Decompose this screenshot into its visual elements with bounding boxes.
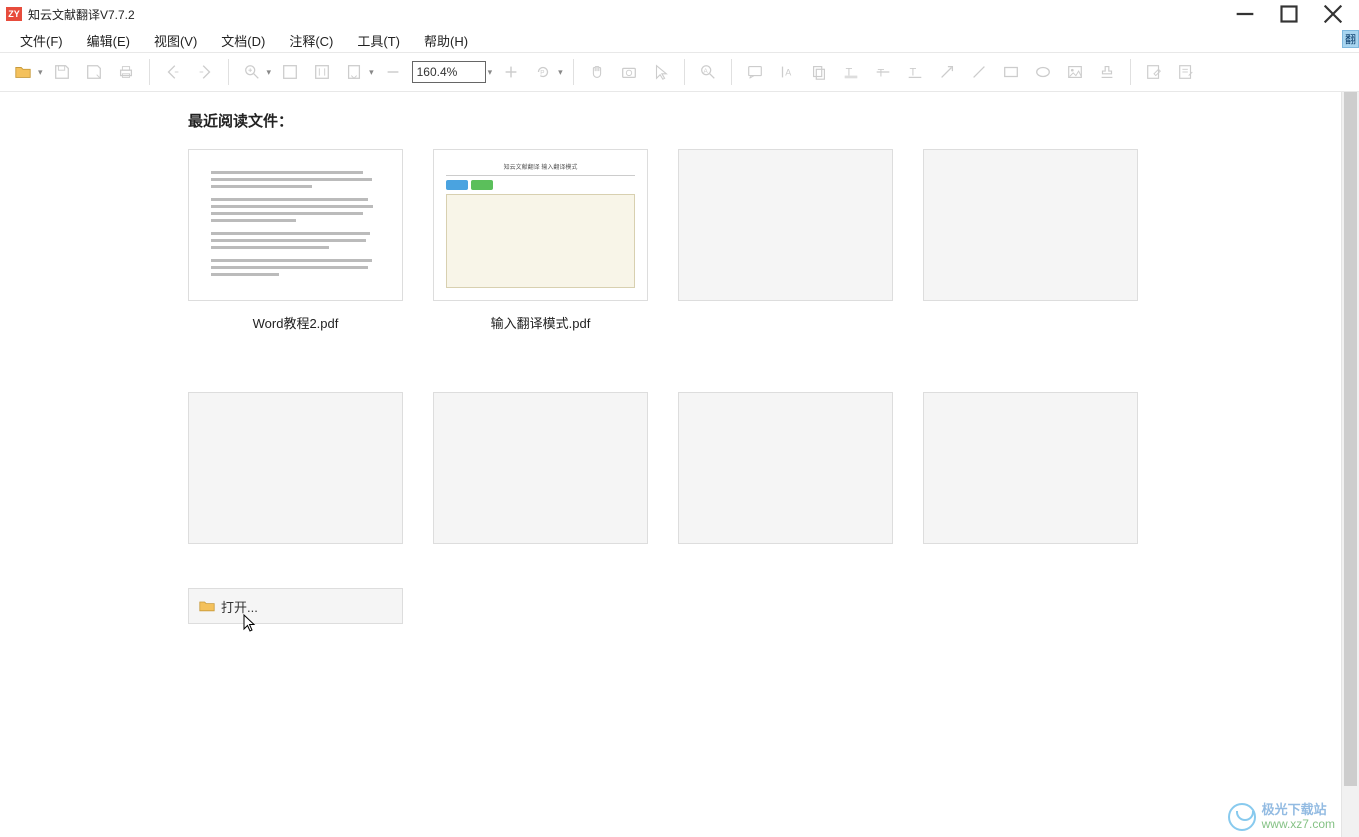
edit-text-icon[interactable]	[1173, 59, 1199, 85]
image-icon[interactable]	[1062, 59, 1088, 85]
thumbnail-empty	[678, 392, 893, 544]
separator	[731, 59, 732, 85]
recent-file-card[interactable]	[923, 149, 1138, 332]
menu-bar: 文件(F) 编辑(E) 视图(V) 文档(D) 注释(C) 工具(T) 帮助(H…	[0, 28, 1359, 52]
fit-dropdown[interactable]: ▾	[369, 67, 374, 78]
toolbar: ▾ ▾ ▾ 160.4% ▾ P ▾ A A T T T	[0, 52, 1359, 92]
translate-panel-tab[interactable]: 翻	[1342, 30, 1359, 48]
recent-file-card[interactable]	[188, 392, 403, 556]
separator	[228, 59, 229, 85]
actual-size-icon[interactable]	[277, 59, 303, 85]
svg-text:P: P	[540, 70, 544, 77]
watermark-name: 极光下载站	[1262, 803, 1335, 817]
separator	[684, 59, 685, 85]
zoom-marquee-dropdown[interactable]: ▾	[267, 67, 272, 78]
arrow-icon[interactable]	[934, 59, 960, 85]
watermark: 极光下载站 www.xz7.com	[1228, 803, 1335, 831]
recent-file-card[interactable]: Word教程2.pdf	[188, 149, 403, 332]
open-file-button[interactable]: 打开...	[188, 588, 403, 624]
maximize-button[interactable]	[1279, 4, 1299, 24]
open-dropdown-icon[interactable]: ▾	[38, 67, 43, 78]
vertical-scrollbar[interactable]	[1341, 92, 1359, 837]
print-icon[interactable]	[113, 59, 139, 85]
app-icon: ZY	[6, 7, 22, 21]
save-icon[interactable]	[49, 59, 75, 85]
minimize-button[interactable]	[1235, 4, 1255, 24]
rotate-ccw-icon[interactable]: P	[530, 59, 556, 85]
separator	[1130, 59, 1131, 85]
watermark-logo-icon	[1228, 803, 1256, 831]
zoom-out-icon[interactable]	[380, 59, 406, 85]
thumbnail	[188, 149, 403, 301]
text-select-icon[interactable]: A	[774, 59, 800, 85]
next-page-icon[interactable]	[192, 59, 218, 85]
note-icon[interactable]	[742, 59, 768, 85]
menu-document[interactable]: 文档(D)	[209, 29, 277, 52]
select-tool-icon[interactable]	[648, 59, 674, 85]
separator	[573, 59, 574, 85]
strikethrough-icon[interactable]: T	[870, 59, 896, 85]
thumbnail-empty	[678, 149, 893, 301]
fit-width-icon[interactable]	[341, 59, 367, 85]
thumbnail: 知云文献翻译 输入翻译模式	[433, 149, 648, 301]
title-bar: ZY 知云文献翻译V7.7.2	[0, 0, 1359, 28]
folder-icon	[199, 599, 215, 613]
menu-file[interactable]: 文件(F)	[8, 29, 75, 52]
watermark-url: www.xz7.com	[1262, 817, 1335, 831]
recent-files-title: 最近阅读文件：	[188, 110, 1337, 131]
underline-icon[interactable]: T	[902, 59, 928, 85]
thumbnail-empty	[923, 149, 1138, 301]
recent-file-card[interactable]	[678, 392, 893, 556]
recent-file-card[interactable]	[923, 392, 1138, 556]
zoom-input[interactable]: 160.4%	[412, 61, 486, 83]
rectangle-icon[interactable]	[998, 59, 1024, 85]
recent-files-grid: Word教程2.pdf 知云文献翻译 输入翻译模式 输入翻译模式.pdf	[188, 149, 1188, 616]
menu-help[interactable]: 帮助(H)	[412, 29, 480, 52]
menu-edit[interactable]: 编辑(E)	[75, 29, 142, 52]
zoom-dropdown[interactable]: ▾	[488, 67, 493, 78]
start-page: 最近阅读文件： Word教程2.pdf 知云文献翻译 输入翻译模式 输入翻译模式…	[0, 92, 1337, 837]
fit-page-icon[interactable]	[309, 59, 335, 85]
snapshot-icon[interactable]	[616, 59, 642, 85]
file-name: 输入翻译模式.pdf	[433, 313, 648, 332]
window-title: 知云文献翻译V7.7.2	[28, 6, 1235, 23]
menu-view[interactable]: 视图(V)	[142, 29, 209, 52]
thumbnail-empty	[188, 392, 403, 544]
menu-tools[interactable]: 工具(T)	[345, 29, 412, 52]
recent-file-card[interactable]	[678, 149, 893, 332]
save-as-icon[interactable]	[81, 59, 107, 85]
line-icon[interactable]	[966, 59, 992, 85]
open-icon[interactable]	[10, 59, 36, 85]
hand-tool-icon[interactable]	[584, 59, 610, 85]
separator	[149, 59, 150, 85]
edit-content-icon[interactable]	[1141, 59, 1167, 85]
recent-file-card[interactable]	[433, 392, 648, 556]
svg-text:T: T	[877, 68, 884, 80]
svg-text:A: A	[785, 68, 791, 78]
window-controls	[1235, 4, 1357, 24]
zoom-in-icon[interactable]	[498, 59, 524, 85]
rotate-dropdown[interactable]: ▾	[558, 67, 563, 78]
open-label: 打开...	[221, 597, 258, 616]
file-name: Word教程2.pdf	[188, 313, 403, 332]
search-icon[interactable]: A	[695, 59, 721, 85]
scrollbar-thumb[interactable]	[1344, 92, 1357, 786]
thumbnail-empty	[923, 392, 1138, 544]
recent-file-card[interactable]: 知云文献翻译 输入翻译模式 输入翻译模式.pdf	[433, 149, 648, 332]
thumbnail-empty	[433, 392, 648, 544]
ellipse-icon[interactable]	[1030, 59, 1056, 85]
zoom-marquee-icon[interactable]	[239, 59, 265, 85]
copy-icon[interactable]	[806, 59, 832, 85]
highlight-icon[interactable]: T	[838, 59, 864, 85]
prev-page-icon[interactable]	[160, 59, 186, 85]
close-button[interactable]	[1323, 4, 1343, 24]
menu-comment[interactable]: 注释(C)	[277, 29, 345, 52]
stamp-icon[interactable]	[1094, 59, 1120, 85]
